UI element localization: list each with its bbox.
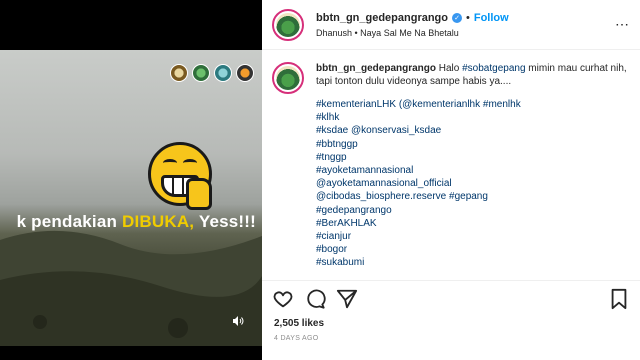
partner-logo-3-icon	[214, 64, 232, 82]
follow-button[interactable]: Follow	[474, 12, 509, 24]
video-frame[interactable]	[0, 50, 262, 346]
hashtag-line[interactable]: @ayoketamannasional_official	[316, 177, 630, 190]
caption-username[interactable]: bbtn_gn_gedepangrango	[316, 63, 436, 74]
thumbs-up-emoji	[186, 178, 212, 210]
verified-badge-icon: ✓	[452, 12, 462, 23]
partner-logo-2-icon	[192, 64, 210, 82]
hashtag-line[interactable]: #klhk	[316, 111, 630, 124]
bookmark-icon[interactable]	[608, 288, 630, 310]
hashtag-line[interactable]: #ayoketamannasional	[316, 164, 630, 177]
hashtag-line[interactable]: #tnggp	[316, 151, 630, 164]
partner-logos	[170, 64, 254, 82]
post-header: bbtn_gn_gedepangrango ✓ • Follow Dhanush…	[262, 0, 640, 50]
hashtag-line[interactable]: #ksdae @konservasi_ksdae	[316, 124, 630, 137]
header-username[interactable]: bbtn_gn_gedepangrango	[316, 12, 448, 24]
video-player[interactable]: k pendakian DIBUKA, Yess!!!	[0, 0, 262, 360]
caption-area[interactable]: bbtn_gn_gedepangrango Halo #sobatgepang …	[262, 50, 640, 280]
more-options-icon[interactable]: ⋯	[615, 16, 630, 33]
partner-logo-4-icon	[236, 64, 254, 82]
hashtag-line[interactable]: #gedepangrango	[316, 204, 630, 217]
audio-link[interactable]: Dhanush • Naya Sal Me Na Bhetalu	[316, 28, 509, 38]
hashtag-line[interactable]: #sukabumi	[316, 256, 630, 269]
hashtag-link[interactable]: #sobatgepang	[462, 63, 525, 74]
send-icon[interactable]	[336, 288, 358, 310]
partner-logo-1-icon	[170, 64, 188, 82]
hashtag-line[interactable]: #bogor	[316, 243, 630, 256]
hashtag-line[interactable]: #bbtnggp	[316, 138, 630, 151]
hashtag-line[interactable]: #cianjur	[316, 230, 630, 243]
hashtag-line[interactable]: #BerAKHLAK	[316, 217, 630, 230]
video-overlay-text: k pendakian DIBUKA, Yess!!!	[16, 212, 256, 231]
post-panel: bbtn_gn_gedepangrango ✓ • Follow Dhanush…	[262, 0, 640, 360]
avatar[interactable]	[272, 8, 304, 41]
post-date[interactable]: 4 DAYS AGO	[274, 335, 319, 342]
separator: •	[466, 11, 470, 24]
hashtag-list: #kementerianLHK (@kementerianlhk #menlhk…	[316, 98, 630, 270]
likes-count[interactable]: 2,505 likes	[274, 318, 324, 329]
hashtag-line[interactable]: #kementerianLHK (@kementerianlhk #menlhk	[316, 98, 630, 111]
heart-icon[interactable]	[272, 288, 294, 310]
speaker-icon[interactable]	[232, 314, 244, 326]
hashtag-line[interactable]: @cibodas_biosphere.reserve #gepang	[316, 190, 630, 203]
caption-avatar[interactable]	[272, 62, 304, 94]
caption-text: bbtn_gn_gedepangrango Halo #sobatgepang …	[316, 62, 630, 270]
comment-icon[interactable]	[304, 288, 326, 310]
action-bar	[262, 280, 640, 316]
